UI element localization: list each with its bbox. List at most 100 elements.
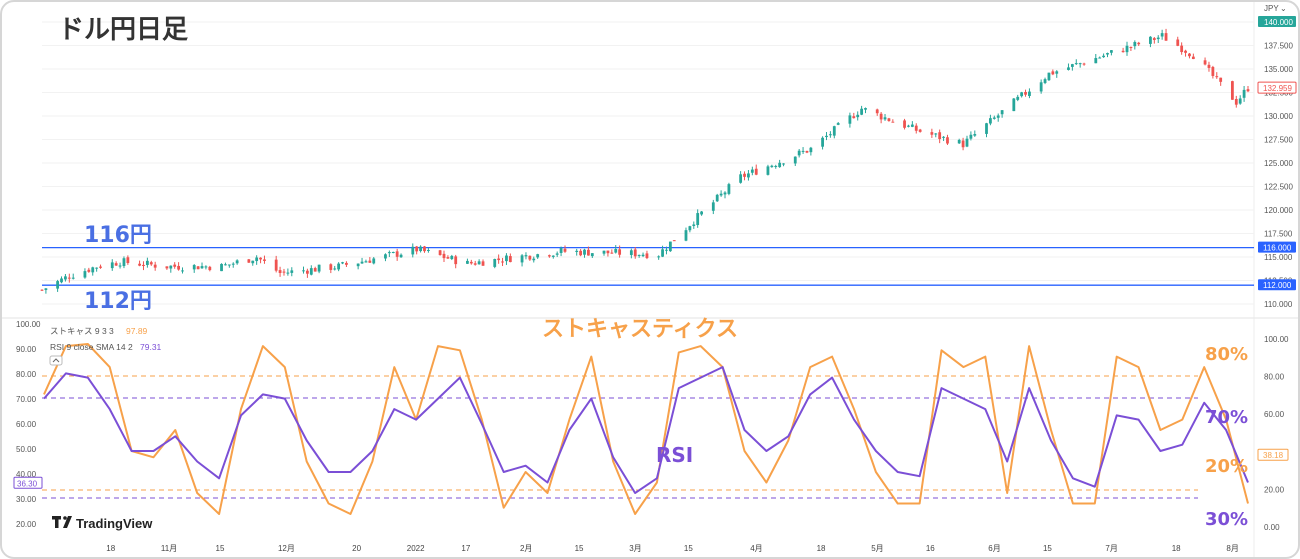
- candle-body: [719, 193, 723, 196]
- candle-body: [247, 259, 251, 263]
- stoch-legend-label[interactable]: ストキャス 9 3 3: [50, 326, 114, 336]
- price-tick-label: 120.000: [1264, 206, 1293, 215]
- candle-body: [524, 255, 528, 257]
- candle-body: [532, 258, 536, 261]
- candle-body: [493, 259, 497, 267]
- candle-body: [259, 257, 262, 260]
- candle-body: [1242, 89, 1246, 98]
- osc-right-tick-label: 0.00: [1264, 523, 1280, 532]
- collapse-icon[interactable]: [49, 355, 63, 366]
- price-tick-label: 135.000: [1264, 65, 1293, 74]
- candle-body: [606, 250, 610, 254]
- candle-body: [313, 268, 317, 272]
- candle-body: [95, 267, 99, 269]
- x-tick-label: 8月: [1226, 544, 1238, 553]
- candle-body: [645, 253, 649, 259]
- candle-body: [138, 263, 141, 266]
- candle-body: [555, 253, 559, 255]
- tradingview-watermark: TradingView: [76, 516, 153, 531]
- x-tick-label: 15: [575, 544, 584, 553]
- candle-body: [181, 270, 184, 272]
- candle-body: [961, 140, 965, 148]
- price-tick-label: 130.000: [1264, 112, 1293, 121]
- candle-body: [1055, 71, 1059, 74]
- candle-body: [442, 253, 446, 259]
- x-tick-label: 18: [106, 544, 115, 553]
- candle-body: [957, 139, 961, 144]
- osc-left-tick-label: 50.00: [16, 445, 37, 454]
- candle-body: [60, 278, 63, 283]
- stochastics-line: [43, 343, 1249, 515]
- candle-body: [67, 277, 71, 279]
- candle-body: [727, 184, 731, 194]
- pct-30-annotation: 30%: [1205, 509, 1248, 530]
- x-tick-label: 7月: [1105, 544, 1117, 553]
- chevron-down-icon[interactable]: ⌄: [1280, 4, 1287, 13]
- oscillator-lines: [43, 343, 1249, 515]
- candle-body: [450, 255, 454, 260]
- pct-70-annotation: 70%: [1205, 407, 1248, 428]
- osc-left-tick-label: 30.00: [16, 495, 37, 504]
- candle-body: [583, 249, 586, 255]
- candle-body: [208, 266, 212, 271]
- candle-body: [864, 108, 867, 110]
- candle-body: [1176, 39, 1180, 46]
- right-value-tag-label: 38.18: [1263, 451, 1284, 460]
- osc-left-tick-label: 20.00: [16, 520, 37, 529]
- candle-body: [1094, 58, 1098, 64]
- price-tick-label: 110.000: [1264, 300, 1293, 309]
- candle-body: [83, 271, 87, 278]
- candle-body: [637, 254, 641, 256]
- currency-label[interactable]: JPY: [1264, 4, 1279, 13]
- candle-body: [114, 263, 118, 266]
- candle-body: [910, 124, 914, 127]
- candle-body: [263, 259, 266, 261]
- candle-body: [1074, 63, 1078, 65]
- candle-body: [1160, 33, 1164, 37]
- candle-body: [1219, 77, 1223, 82]
- candle-body: [985, 123, 988, 134]
- candle-body: [220, 263, 223, 272]
- candle-body: [419, 246, 422, 252]
- candle-body: [770, 165, 774, 168]
- rsi-legend-label[interactable]: RSI 9 close SMA 14 2: [50, 342, 133, 352]
- candle-body: [317, 264, 321, 272]
- candle-body: [255, 257, 259, 262]
- candle-body: [99, 266, 102, 268]
- x-tick-label: 4月: [750, 544, 762, 553]
- candle-body: [528, 255, 532, 260]
- candle-body: [672, 240, 676, 242]
- candle-body: [782, 163, 785, 165]
- candle-body: [231, 263, 235, 265]
- candle-body: [305, 270, 309, 274]
- price-tick-label: 127.500: [1264, 136, 1293, 145]
- x-tick-label: 15: [684, 544, 693, 553]
- candle-body: [883, 117, 887, 120]
- candle-body: [778, 162, 782, 168]
- candle-body: [64, 276, 67, 280]
- candle-body: [87, 269, 91, 272]
- left-value-tag-label: 36.30: [17, 479, 38, 488]
- candle-body: [665, 249, 668, 251]
- candle-body: [278, 270, 282, 273]
- candle-body: [309, 268, 313, 275]
- last-price-tag-label: 132.959: [1263, 84, 1292, 93]
- candle-body: [481, 261, 485, 266]
- candle-body: [575, 250, 579, 252]
- candle-body: [204, 266, 208, 268]
- candle-body: [126, 257, 130, 264]
- candle-body: [801, 150, 805, 152]
- candle-body: [454, 256, 458, 265]
- x-tick-label: 2022: [407, 544, 425, 553]
- candle-body: [536, 254, 540, 258]
- candle-body: [1246, 89, 1250, 92]
- candle-body: [356, 263, 360, 267]
- candle-body: [965, 138, 969, 147]
- candle-body: [44, 288, 48, 290]
- candle-body: [337, 263, 341, 270]
- candle-body: [821, 137, 824, 147]
- candle-body: [887, 118, 891, 122]
- candle-body: [688, 226, 692, 231]
- price-tick-label: 122.500: [1264, 183, 1293, 192]
- candle-body: [633, 249, 637, 257]
